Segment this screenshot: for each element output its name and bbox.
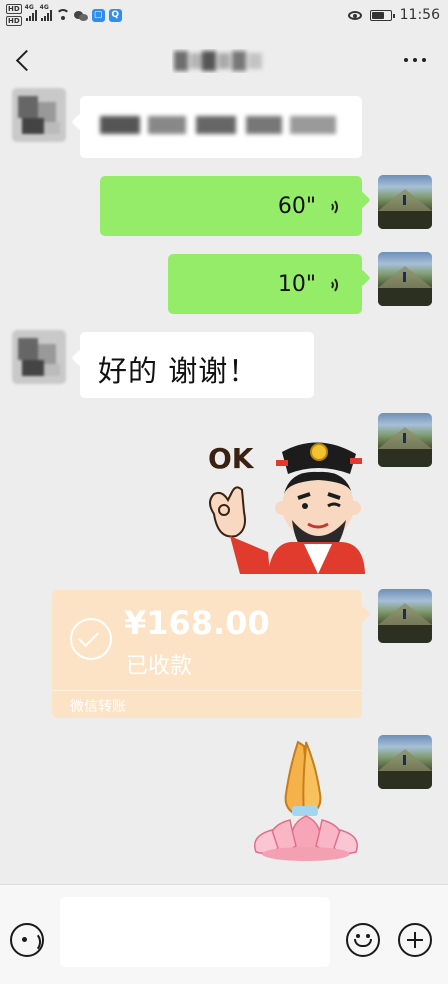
input-bar (0, 884, 448, 984)
voice-wave-icon (326, 196, 340, 216)
voice-message[interactable]: 60" (100, 176, 362, 236)
my-avatar[interactable] (378, 589, 432, 643)
blurred-message-text (100, 108, 342, 142)
message-text: 好的 谢谢！ (98, 354, 259, 388)
chat-title (172, 49, 266, 73)
my-avatar[interactable] (378, 413, 432, 467)
signal-icon: 4G (40, 4, 52, 21)
eye-icon (347, 10, 362, 20)
status-right-icons: 11:56 (347, 4, 440, 26)
more-dot (404, 58, 408, 62)
message-input[interactable] (60, 897, 330, 967)
more-dot (422, 58, 426, 62)
app-notification-icon: ▢ (91, 8, 105, 22)
check-circle-icon (70, 618, 112, 660)
emoji-button[interactable] (346, 923, 380, 957)
wifi-icon (55, 9, 70, 21)
transfer-divider (52, 690, 362, 691)
battery-icon (369, 9, 395, 21)
my-avatar[interactable] (378, 175, 432, 229)
my-avatar[interactable] (378, 735, 432, 789)
voice-message[interactable]: 10" (168, 254, 362, 314)
transfer-footer: 微信转账 (70, 699, 126, 715)
transfer-amount: ¥168.00 (124, 604, 270, 642)
transfer-card[interactable]: ¥168.00 已收款 微信转账 (52, 590, 362, 718)
transfer-status: 已收款 (126, 654, 193, 679)
status-left-icons: HD HD 4G 4G ▢ Q (6, 3, 122, 27)
plus-button[interactable] (398, 923, 432, 957)
blurred-title (174, 51, 262, 71)
back-button[interactable] (8, 44, 40, 76)
voice-toggle-icon (25, 932, 41, 952)
hd-icon: HD HD (6, 4, 22, 26)
contact-avatar[interactable] (12, 330, 66, 384)
ok-sticker[interactable]: OK (200, 432, 365, 574)
status-time: 11:56 (399, 7, 440, 23)
chat-header (0, 30, 448, 92)
more-dot (413, 58, 417, 62)
voice-duration: 10" (277, 271, 316, 297)
wechat-notification-icon (73, 10, 88, 21)
my-avatar[interactable] (378, 252, 432, 306)
praying-hands-lotus-icon[interactable] (248, 736, 364, 864)
contact-avatar[interactable] (12, 88, 66, 142)
message-bubble[interactable]: 好的 谢谢！ (80, 332, 314, 398)
sticker-text: OK (208, 442, 255, 475)
status-bar: HD HD 4G 4G ▢ Q 11:56 (0, 0, 448, 30)
search-app-icon: Q (108, 8, 122, 22)
more-button[interactable] (402, 54, 428, 66)
voice-toggle-button[interactable] (10, 923, 44, 957)
signal-icon: 4G (25, 4, 37, 21)
voice-wave-icon (326, 274, 340, 294)
message-bubble[interactable] (80, 96, 362, 158)
voice-duration: 60" (277, 193, 316, 219)
